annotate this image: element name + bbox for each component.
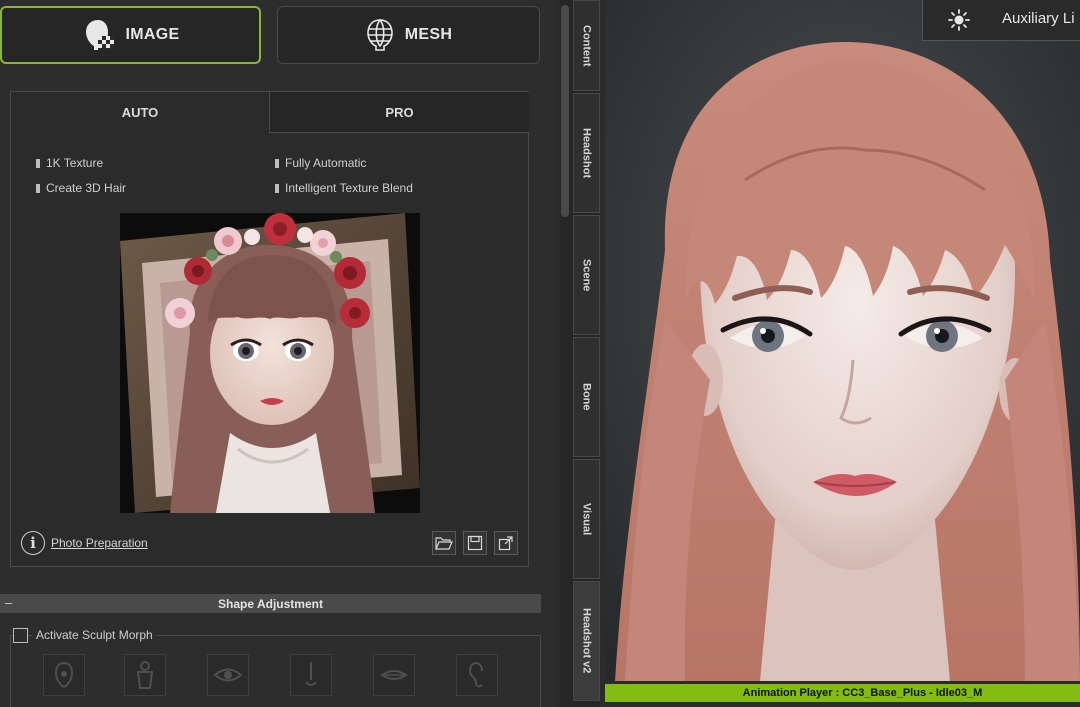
export-icon	[498, 536, 513, 551]
open-folder-button[interactable]	[432, 531, 456, 555]
image-mode-label: IMAGE	[125, 26, 180, 43]
feature-fully-automatic: Fully Automatic	[275, 156, 366, 170]
feature-label: Fully Automatic	[285, 156, 367, 170]
sculpt-body-button[interactable]	[124, 654, 166, 696]
feature-label: Create 3D Hair	[46, 181, 127, 195]
tab-auto-label: AUTO	[121, 105, 159, 120]
tab-bone[interactable]: Bone	[573, 337, 600, 457]
feature-label: Intelligent Texture Blend	[285, 181, 413, 195]
photo-preparation-link[interactable]: Photo Preparation	[51, 536, 148, 550]
sculpt-ear-button[interactable]	[456, 654, 498, 696]
tab-scene-label: Scene	[580, 258, 593, 292]
nose-part-icon	[305, 662, 317, 686]
auto-pro-panel: AUTO PRO 1K Texture Fully Automatic Crea…	[10, 91, 529, 567]
activate-sculpt-morph-checkbox[interactable]	[13, 628, 28, 643]
eye-part-icon	[213, 668, 243, 682]
activate-sculpt-morph-label: Activate Sculpt Morph	[32, 628, 157, 642]
body-part-icon	[136, 661, 154, 689]
tab-auto[interactable]: AUTO	[11, 92, 270, 133]
tab-content[interactable]: Content	[573, 0, 600, 91]
tab-headshot-label: Headshot	[580, 127, 593, 179]
animation-player-label: Animation Player : CC3_Base_Plus - Idle0…	[742, 687, 983, 699]
ear-part-icon	[468, 661, 483, 688]
tab-content-label: Content	[580, 24, 593, 67]
export-button[interactable]	[494, 531, 518, 555]
shape-adjustment-title: Shape Adjustment	[218, 596, 323, 611]
tab-headshot-v2[interactable]: Headshot v2	[573, 581, 600, 701]
auxiliary-light-panel[interactable]: Auxiliary Li	[922, 0, 1080, 41]
mouth-part-icon	[380, 670, 408, 680]
mesh-mode-button[interactable]: MESH	[277, 6, 540, 64]
sculpt-head-button[interactable]	[43, 654, 85, 696]
feature-intelligent-texture-blend: Intelligent Texture Blend	[275, 181, 413, 195]
character-head-render	[605, 0, 1080, 681]
tab-headshot-v2-label: Headshot v2	[580, 608, 593, 674]
face-checker-icon	[85, 20, 114, 50]
auxiliary-light-label: Auxiliary Li	[1002, 10, 1075, 27]
sculpt-mouth-button[interactable]	[373, 654, 415, 696]
shape-adjustment-header[interactable]: – Shape Adjustment	[0, 594, 541, 613]
save-button[interactable]	[463, 531, 487, 555]
scrollbar-thumb[interactable]	[561, 5, 569, 217]
folder-open-icon	[435, 537, 453, 550]
tab-bone-label: Bone	[580, 383, 593, 411]
tab-scene[interactable]: Scene	[573, 215, 600, 335]
tab-visual-label: Visual	[580, 502, 593, 536]
feature-create-3d-hair: Create 3D Hair	[36, 181, 126, 195]
save-icon	[467, 535, 483, 551]
tab-headshot[interactable]: Headshot	[573, 93, 600, 213]
3d-viewport[interactable]	[605, 0, 1080, 681]
info-icon[interactable]: i	[21, 531, 45, 555]
head-part-icon	[54, 661, 74, 689]
tab-pro-label: PRO	[385, 104, 414, 120]
collapse-icon[interactable]: –	[5, 595, 12, 610]
wireframe-head-icon	[366, 18, 393, 51]
sculpt-nose-button[interactable]	[290, 654, 332, 696]
tab-pro[interactable]: PRO	[270, 92, 529, 133]
tab-visual[interactable]: Visual	[573, 459, 600, 579]
feature-label: 1K Texture	[46, 156, 104, 170]
source-photo	[120, 213, 420, 513]
mesh-mode-label: MESH	[404, 26, 453, 43]
image-mode-button[interactable]: IMAGE	[0, 6, 261, 64]
sun-icon	[948, 9, 970, 31]
feature-1k-texture: 1K Texture	[36, 156, 103, 170]
info-icon-glyph: i	[30, 534, 36, 552]
animation-player-bar[interactable]: Animation Player : CC3_Base_Plus - Idle0…	[605, 684, 1080, 702]
sculpt-eye-button[interactable]	[207, 654, 249, 696]
